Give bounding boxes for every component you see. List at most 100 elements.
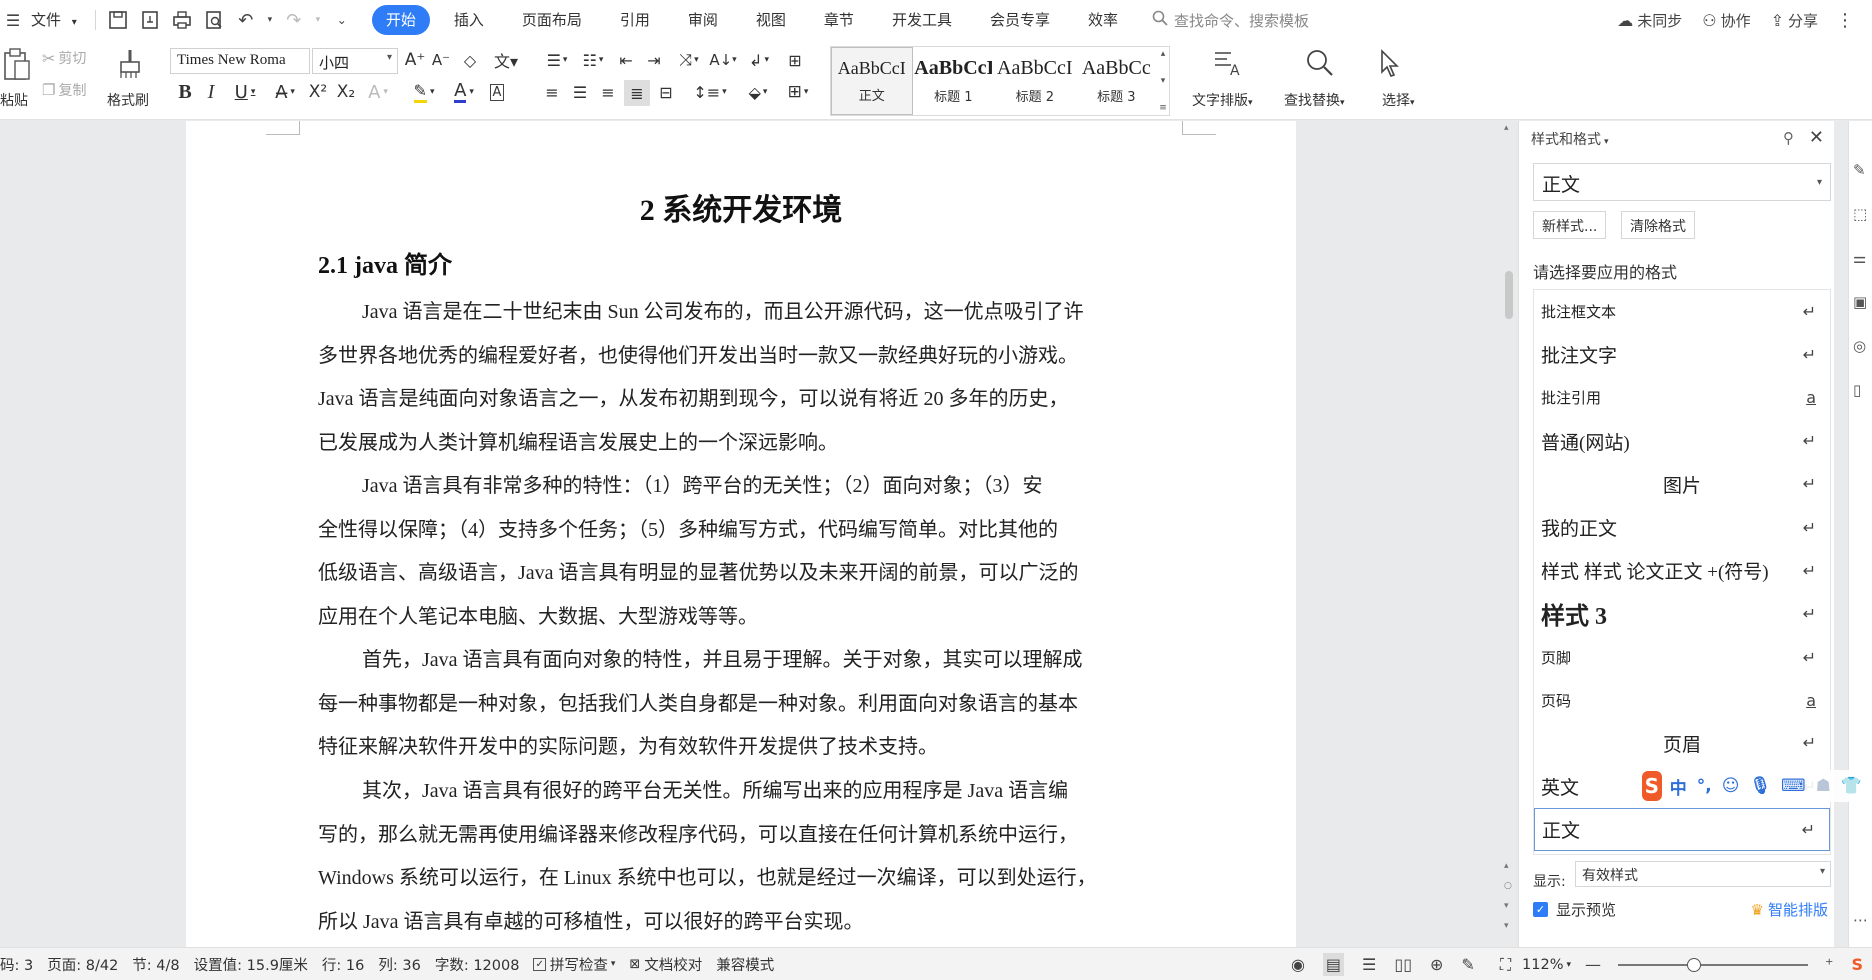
column-indicator[interactable]: 列: 36 bbox=[378, 954, 420, 975]
style-list-item[interactable]: 我的正文 ↵ bbox=[1534, 506, 1830, 549]
new-style-button[interactable]: 新样式... bbox=[1533, 211, 1607, 239]
page-indicator[interactable]: 页面: 8/42 bbox=[47, 954, 118, 975]
find-replace-button[interactable] bbox=[1300, 46, 1340, 80]
text-layout-button[interactable]: A bbox=[1206, 46, 1246, 80]
zoom-slider[interactable] bbox=[1618, 957, 1809, 972]
style-list-item[interactable]: 页脚 ↵ bbox=[1534, 636, 1830, 679]
font-name-select[interactable]: Times New Roma bbox=[170, 48, 310, 74]
style-list-item[interactable]: 普通(网站) ↵ bbox=[1534, 420, 1830, 463]
paste-label[interactable]: 粘贴 bbox=[0, 90, 28, 110]
redo-icon[interactable]: ↷ bbox=[281, 7, 307, 33]
style-list-item[interactable]: 批注文字 ↵ bbox=[1534, 333, 1830, 376]
share-button[interactable]: ⇪ 分享 bbox=[1761, 10, 1828, 31]
hamburger-menu-icon[interactable]: ☰ bbox=[0, 7, 26, 33]
zoom-slider-thumb[interactable] bbox=[1686, 957, 1701, 972]
write-mode-icon[interactable]: ✎ bbox=[1461, 955, 1474, 974]
tab-insert[interactable]: 插入 bbox=[440, 5, 498, 35]
borders-button[interactable]: ⊞ ▾ bbox=[780, 80, 816, 104]
tab-leader-button[interactable]: ⊞ bbox=[780, 48, 810, 72]
setting-value[interactable]: 设置值: 15.9厘米 bbox=[194, 954, 308, 975]
bold-button[interactable]: B bbox=[174, 80, 196, 104]
save-icon[interactable] bbox=[105, 7, 131, 33]
shape-tool-icon[interactable]: ◎ bbox=[1853, 337, 1866, 355]
decrease-indent-button[interactable]: ⇤ bbox=[614, 48, 638, 72]
paragraph[interactable]: Java 语言是在二十世纪末由 Sun 公司发布的，而且公开源代码，这一优点吸引… bbox=[318, 291, 1168, 465]
pin-icon[interactable]: ⚲ bbox=[1783, 129, 1794, 147]
redo-dropdown-icon[interactable]: ▾ bbox=[313, 7, 323, 33]
format-painter-label[interactable]: 格式刷 bbox=[107, 90, 149, 110]
paste-button[interactable] bbox=[0, 46, 34, 82]
bullet-list-button[interactable]: ☰ ▾ bbox=[540, 48, 574, 72]
tab-review[interactable]: 审阅 bbox=[674, 5, 732, 35]
select-button[interactable] bbox=[1374, 46, 1404, 80]
phonetic-guide-button[interactable]: 文▾ bbox=[488, 48, 524, 72]
char-border-button[interactable]: A bbox=[486, 80, 508, 104]
zoom-out-icon[interactable]: — bbox=[1585, 955, 1601, 974]
row-indicator[interactable]: 行: 16 bbox=[322, 954, 364, 975]
chevron-down-icon[interactable]: ▾ bbox=[1504, 921, 1509, 931]
style-heading-2[interactable]: AaBbCcI 标题 2 bbox=[994, 47, 1076, 115]
numbered-list-button[interactable]: ☷ ▾ bbox=[576, 48, 610, 72]
zoom-level[interactable]: 112% ▾ bbox=[1522, 957, 1571, 973]
emoji-icon[interactable]: ☺ bbox=[1722, 776, 1740, 796]
subscript-button[interactable]: X₂ bbox=[334, 80, 358, 104]
shrink-font-button[interactable]: A⁻ bbox=[430, 48, 452, 72]
shading-button[interactable]: ⬙ ▾ bbox=[740, 80, 776, 104]
pane-title[interactable]: 样式和格式 ▾ bbox=[1531, 129, 1609, 149]
paragraph[interactable]: 其次，Java 语言具有很好的跨平台无关性。所编写出来的应用程序是 Java 语… bbox=[318, 770, 1168, 944]
align-right-button[interactable]: ≡ bbox=[596, 80, 620, 104]
show-preview-toggle[interactable]: ✓ 显示预览 bbox=[1533, 899, 1616, 920]
show-filter-select[interactable]: 有效样式 ▾ bbox=[1575, 861, 1831, 887]
prev-page-icon[interactable]: ▴ bbox=[1504, 861, 1509, 871]
print-preview-icon[interactable] bbox=[201, 7, 227, 33]
increase-indent-button[interactable]: ⇥ bbox=[642, 48, 666, 72]
scrollbar-thumb[interactable] bbox=[1505, 271, 1513, 319]
reading-view-icon[interactable]: ▯▯ bbox=[1394, 955, 1412, 974]
fit-page-icon[interactable]: ⛶ bbox=[1500, 955, 1511, 975]
distributed-align-button[interactable]: ⊟ bbox=[654, 80, 678, 104]
font-color-button[interactable]: A ▾ bbox=[446, 80, 482, 104]
select-label[interactable]: 选择▾ bbox=[1382, 90, 1415, 110]
checkbox-checked-icon[interactable]: ✓ bbox=[1533, 902, 1548, 917]
chinese-mode-icon[interactable]: 中 bbox=[1670, 774, 1687, 799]
print-icon[interactable] bbox=[169, 7, 195, 33]
section-heading[interactable]: 2.1 java 简介 bbox=[318, 245, 452, 280]
clear-format-button[interactable]: ◇ bbox=[458, 48, 482, 72]
customize-quick-access-icon[interactable]: ⌄ bbox=[329, 7, 355, 33]
strikethrough-button[interactable]: A̶ ▾ bbox=[268, 80, 302, 104]
tab-home[interactable]: 开始 bbox=[371, 5, 430, 35]
wps-logo-icon[interactable]: S bbox=[1851, 955, 1863, 974]
style-heading-1[interactable]: AaBbCcI 标题 1 bbox=[913, 47, 995, 115]
expand-gallery-icon[interactable]: ≡ bbox=[1159, 103, 1167, 113]
adjust-icon[interactable]: ⚌ bbox=[1853, 249, 1866, 267]
word-count[interactable]: 字数: 12008 bbox=[435, 954, 520, 975]
style-list-item[interactable]: 样式 样式 论文正文 +(符号) ↵ bbox=[1534, 549, 1830, 592]
current-style-select[interactable]: 正文 ▾ bbox=[1533, 163, 1831, 201]
align-center-button[interactable]: ☰ bbox=[568, 80, 592, 104]
show-marks-button[interactable]: ↲ ▾ bbox=[742, 48, 776, 72]
style-list-item[interactable]: 批注框文本 ↵ bbox=[1534, 290, 1830, 333]
highlight-color-button[interactable]: ✎ ▾ bbox=[404, 80, 444, 104]
collaborate-button[interactable]: ⚇ 协作 bbox=[1692, 10, 1760, 31]
file-menu[interactable]: 文件 ▾ bbox=[29, 6, 89, 34]
font-size-select[interactable]: 小四 ▾ bbox=[312, 48, 398, 74]
style-list-item[interactable]: 批注引用 a bbox=[1534, 376, 1830, 419]
tab-efficiency[interactable]: 效率 bbox=[1074, 5, 1132, 35]
line-spacing-button[interactable]: ↕≡ ▾ bbox=[690, 80, 730, 104]
web-view-icon[interactable]: ⊕ bbox=[1430, 955, 1443, 974]
tab-view[interactable]: 视图 bbox=[742, 5, 800, 35]
undo-icon[interactable]: ↶ bbox=[233, 7, 259, 33]
toolbox-icon[interactable]: 👕 bbox=[1841, 776, 1862, 796]
paragraph[interactable]: 首先，Java 语言具有面向对象的特性，并且易于理解。关于对象，其实可以理解成 … bbox=[318, 639, 1168, 770]
punctuation-icon[interactable]: °, bbox=[1697, 776, 1712, 796]
backup-icon[interactable]: ▯ bbox=[1853, 381, 1861, 399]
chapter-title[interactable]: 2 系统开发环境 bbox=[186, 185, 1296, 229]
keyboard-icon[interactable]: ⌨ bbox=[1781, 776, 1806, 796]
superscript-button[interactable]: X² bbox=[306, 80, 330, 104]
more-options-icon[interactable]: ⋮ bbox=[1832, 7, 1858, 33]
zoom-in-icon[interactable]: ⁺ bbox=[1825, 955, 1833, 974]
export-pdf-icon[interactable] bbox=[137, 7, 163, 33]
underline-button[interactable]: U ▾ bbox=[228, 80, 262, 104]
text-effect-button[interactable]: A ▾ bbox=[362, 80, 394, 104]
select-tool-icon[interactable]: ⬚ bbox=[1853, 205, 1867, 223]
